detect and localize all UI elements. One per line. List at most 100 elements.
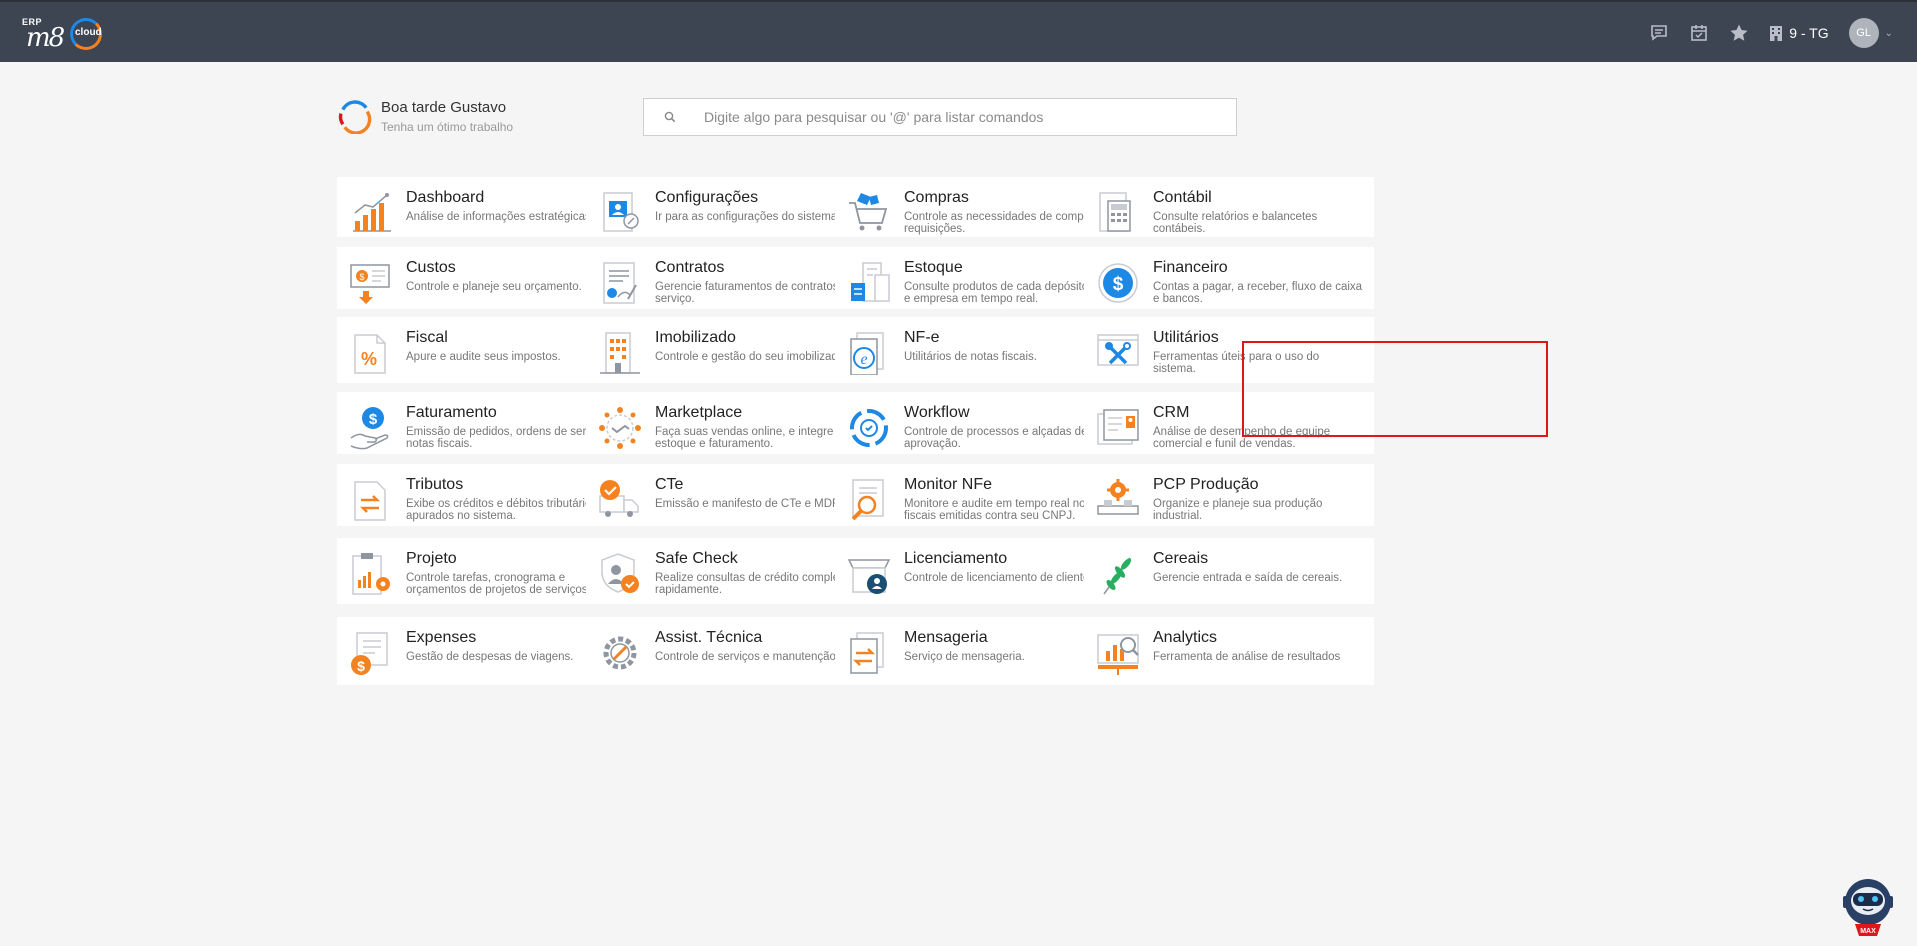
svg-text:$: $ (357, 658, 365, 674)
module-card-assist-tecnica[interactable]: Assist. Técnica Controle de serviços e ma… (586, 617, 876, 685)
module-title: Compras (904, 189, 969, 206)
gear-wrench-icon (603, 636, 637, 670)
module-card-analytics[interactable]: Analytics Ferramenta de análise de result… (1084, 617, 1374, 685)
module-card-nf-e[interactable]: e NF-e Utilitários de notas fiscais. (835, 317, 1125, 383)
crm-card-icon (1097, 409, 1139, 445)
calendar-icon[interactable] (1679, 2, 1719, 64)
bar-chart-icon (353, 193, 391, 232)
module-card-cte[interactable]: CTe Emissão e manifesto de CTe e MDFe. (586, 464, 876, 526)
svg-text:$: $ (1113, 274, 1124, 295)
module-title: Financeiro (1153, 259, 1228, 276)
billing-hand-icon: $ (350, 407, 389, 450)
shield-check-icon (601, 553, 639, 593)
module-title: Workflow (904, 404, 970, 421)
search-icon (664, 111, 676, 123)
percent-document-icon: % (354, 334, 386, 374)
logo-brand-text: m8 (26, 23, 65, 53)
svg-text:$: $ (359, 272, 364, 282)
grain-leaf-icon (1103, 557, 1132, 595)
module-title: Custos (406, 259, 456, 276)
module-description: Ferramentas úteis para o uso do sistema. (1153, 351, 1320, 375)
greeting-subtitle: Tenha um ótimo trabalho (381, 120, 514, 134)
search-input[interactable] (704, 109, 1224, 125)
module-title: Projeto (406, 550, 457, 567)
building-icon (600, 332, 640, 374)
settings-profile-icon (603, 192, 639, 232)
module-description: Organize e planeje sua produção industri… (1153, 498, 1323, 522)
module-title: Imobilizado (655, 329, 736, 346)
module-title: Mensageria (904, 629, 988, 646)
module-title: Contratos (655, 259, 725, 276)
module-card-dashboard[interactable]: Dashboard Análise de informações estratég… (337, 177, 627, 237)
module-card-projeto[interactable]: Projeto Controle tarefas, cronograma e or… (337, 538, 627, 604)
module-card-expenses[interactable]: $ Expenses Gestão de despesas de viagens. (337, 617, 627, 685)
messages-icon[interactable] (1639, 2, 1679, 64)
warehouse-icon (851, 262, 890, 302)
chevron-down-icon[interactable]: ⌄ (1885, 28, 1893, 39)
m8-ring-logo-icon (338, 100, 372, 134)
module-card-licenciamento[interactable]: Licenciamento Controle de licenciamento d… (835, 538, 1125, 604)
module-card-faturamento[interactable]: $ Faturamento Emissão de pedidos, ordens d… (337, 392, 627, 454)
module-title: PCP Produção (1153, 476, 1259, 493)
logo-cloud-text: cloud (75, 27, 102, 38)
module-card-crm[interactable]: CRM Análise de desempenho de equipe comer… (1084, 392, 1374, 454)
module-card-contabil[interactable]: Contábil Consulte relatórios e balancetes… (1084, 177, 1374, 237)
module-title: Monitor NFe (904, 476, 993, 493)
user-avatar[interactable]: GL (1848, 18, 1879, 48)
module-title: Configurações (655, 189, 759, 206)
greeting-title: Boa tarde Gustavo (381, 99, 507, 116)
tax-transfer-icon (354, 481, 386, 521)
module-card-utilitarios[interactable]: Utilitários Ferramentas úteis para o uso … (1084, 317, 1374, 383)
module-card-tributos[interactable]: Tributos Exibe os créditos e débitos trib… (337, 464, 627, 526)
message-transfer-icon (850, 632, 884, 674)
network-handshake-icon (599, 407, 641, 449)
module-title: Marketplace (655, 404, 743, 421)
calculator-document-icon (1099, 192, 1131, 232)
module-card-contratos[interactable]: Contratos Gerencie faturamentos de contra… (586, 247, 876, 309)
license-store-icon (847, 559, 891, 594)
star-icon[interactable] (1719, 2, 1759, 64)
max-assistant-robot-icon[interactable]: MAX (1838, 876, 1898, 938)
module-card-mensageria[interactable]: Mensageria Serviço de mensageria. (835, 617, 1125, 685)
module-card-financeiro[interactable]: $ Financeiro Contas a pagar, a receber, fl… (1084, 247, 1374, 309)
m8-cloud-logo[interactable]: ERP m8 cloud (22, 14, 114, 54)
company-label: 9 - TG (1789, 25, 1829, 41)
module-card-safe-check[interactable]: Safe Check Realize consultas de crédito c… (586, 538, 876, 604)
module-card-compras[interactable]: Compras Controle as necessidades de compr… (835, 177, 1125, 237)
module-card-custos[interactable]: $ Custos Controle e planeje seu orçamento. (337, 247, 627, 309)
module-card-estoque[interactable]: Estoque Consulte produtos de cada depósit… (835, 247, 1125, 309)
expenses-coin-icon: $ (351, 632, 388, 675)
module-card-monitor-nfe[interactable]: Monitor NFe Monitore e audite em tempo re… (835, 464, 1125, 526)
production-gear-icon (1097, 479, 1139, 515)
shopping-cart-icon (849, 193, 888, 231)
module-title: Contábil (1153, 189, 1212, 206)
module-description: Gerencie entrada e saída de cereais. (1153, 572, 1343, 584)
module-title: Fiscal (406, 329, 448, 346)
module-title: Expenses (406, 629, 477, 646)
e-document-icon: e (850, 332, 884, 375)
module-card-pcp-producao[interactable]: PCP Produção Organize e planeje sua produ… (1084, 464, 1374, 526)
module-title: Dashboard (406, 189, 485, 206)
module-title: Safe Check (655, 550, 738, 567)
module-card-configuracoes[interactable]: Configurações Ir para as configurações do… (586, 177, 876, 237)
module-card-workflow[interactable]: Workflow Controle de processos e alçadas … (835, 392, 1125, 454)
project-clipboard-icon (352, 553, 390, 595)
module-title: NF-e (904, 329, 940, 346)
module-description: Análise de desempenho de equipe comercia… (1153, 426, 1331, 450)
module-card-cereais[interactable]: Cereais Gerencie entrada e saída de cerea… (1084, 538, 1374, 604)
svg-text:%: % (361, 349, 377, 369)
module-card-fiscal[interactable]: % Fiscal Apure e audite seus impostos. (337, 317, 627, 383)
module-title: Licenciamento (904, 550, 1008, 567)
max-label: MAX (1860, 928, 1876, 935)
contract-icon (603, 262, 637, 304)
module-description: Consulte relatórios e balancetes contábe… (1153, 211, 1318, 235)
money-bill-icon: $ (350, 264, 390, 304)
command-search-bar[interactable] (643, 98, 1237, 136)
module-card-imobilizado[interactable]: Imobilizado Controle e gestão do seu imob… (586, 317, 876, 383)
analytics-monitor-icon (1097, 634, 1139, 675)
company-selector[interactable]: 9 - TG (1769, 25, 1829, 41)
module-card-marketplace[interactable]: Marketplace Faça suas vendas online, e in… (586, 392, 876, 454)
dollar-coin-icon: $ (1098, 263, 1138, 303)
truck-check-icon (599, 480, 639, 517)
module-title: Tributos (406, 476, 464, 493)
